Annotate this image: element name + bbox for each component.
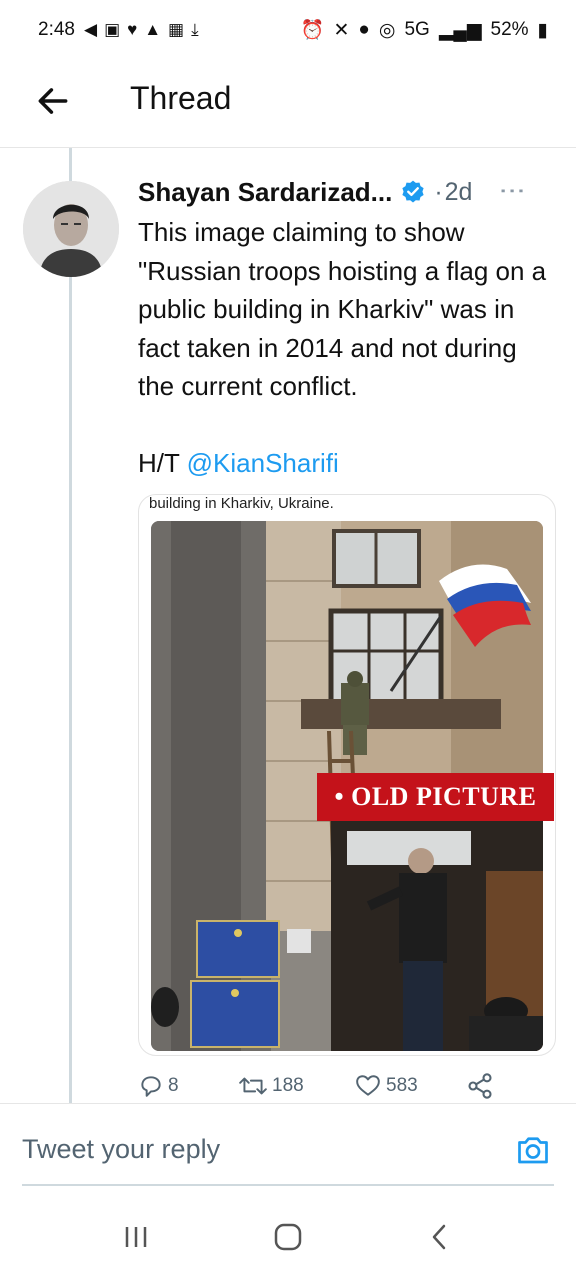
thread-connector-line — [69, 148, 72, 1103]
clock: 2:48 — [38, 19, 75, 40]
signal-icon: ▂▄▆ — [438, 19, 482, 41]
mute-icon: ✕ — [333, 19, 350, 41]
battery-icon: ▮ — [537, 19, 548, 41]
page-title: Thread — [130, 80, 232, 116]
download-icon: ⤓ — [191, 20, 199, 39]
avatar[interactable] — [23, 181, 119, 277]
youtube-icon: ▣ — [104, 20, 121, 39]
recents-icon[interactable] — [121, 1222, 151, 1252]
heart-icon — [356, 1075, 380, 1096]
tweet-author-row: Shayan Sardarizad... · 2d ⋮ — [138, 174, 558, 210]
mention-link[interactable]: @KianSharifi — [187, 448, 339, 478]
reply-input[interactable]: Tweet your reply — [22, 1134, 220, 1165]
news-icon: ▦ — [168, 20, 185, 39]
hat-tip-line: H/T @KianSharifi — [138, 448, 339, 479]
location-icon: ● — [358, 19, 370, 40]
thread-header: Thread — [0, 60, 576, 148]
share-icon — [468, 1073, 492, 1099]
reply-underline — [22, 1184, 554, 1186]
arrow-left-icon[interactable] — [34, 82, 72, 120]
old-picture-badge: • OLD PICTURE — [317, 773, 554, 821]
share-action[interactable] — [466, 1072, 494, 1100]
alarm-icon: ⏰ — [300, 20, 325, 41]
separator-dot: · — [434, 177, 443, 206]
retweet-action[interactable]: 188 — [238, 1073, 354, 1099]
home-icon[interactable] — [272, 1221, 304, 1253]
media-caption: building in Kharkiv, Ukraine. — [149, 495, 334, 512]
reply-icon — [141, 1076, 161, 1097]
retweet-icon — [239, 1077, 267, 1095]
twitter-icon: ♥ — [127, 20, 138, 39]
hat-tip-prefix: H/T — [138, 448, 187, 478]
tweet-actions: 8 188 583 — [138, 1070, 558, 1102]
back-nav-icon[interactable] — [425, 1222, 455, 1252]
author-name[interactable]: Shayan Sardarizad... — [138, 177, 392, 208]
tweet-age: 2d — [444, 177, 473, 206]
notification-icons: ◀ ▣ ♥ ▲ ▦ ⤓ — [84, 20, 199, 40]
reply-composer: Tweet your reply — [0, 1103, 576, 1193]
status-bar: 2:48 ◀ ▣ ♥ ▲ ▦ ⤓ ⏰ ✕ ● ◎ 5G ▂▄▆ 52% ▮ — [0, 0, 576, 60]
camera-icon[interactable] — [514, 1132, 552, 1168]
alert-icon: ▲ — [144, 20, 162, 39]
tweet-text: This image claiming to show "Russian tro… — [138, 217, 554, 401]
network-label: 5G — [404, 19, 430, 40]
battery-label: 52% — [490, 19, 529, 40]
like-count: 583 — [386, 1075, 418, 1096]
reply-count: 8 — [168, 1075, 179, 1096]
verified-badge-icon — [402, 180, 424, 203]
telegram-icon: ◀ — [83, 20, 98, 39]
more-options-icon[interactable]: ⋮ — [497, 178, 528, 202]
system-nav-bar — [0, 1193, 576, 1280]
like-action[interactable]: 583 — [354, 1073, 466, 1099]
retweet-count: 188 — [272, 1075, 304, 1096]
reply-action[interactable]: 8 — [138, 1073, 238, 1099]
wifi-calling-icon: ◎ — [378, 19, 396, 41]
